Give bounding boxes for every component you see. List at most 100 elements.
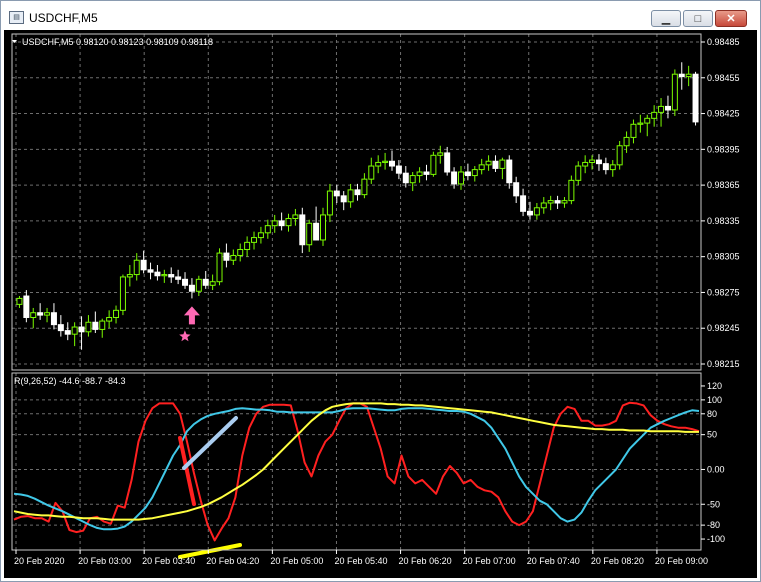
pink-star-icon [179,330,191,342]
indicator-header: R(9,26,52) -44.6 -88.7 -84.3 [14,376,126,386]
candle-body [540,202,547,209]
candle-body [464,171,471,177]
candle-body [340,195,347,203]
minimize-icon: ▁ [661,13,671,25]
candle-body [147,269,154,273]
time-label: 20 Feb 09:00 [655,556,708,566]
time-label: 20 Feb 07:00 [463,556,516,566]
candle-body [202,278,209,286]
candle-body [609,164,616,171]
candle-body [140,259,147,271]
candle-body [299,214,306,246]
candle-body [513,182,520,197]
candle-body [216,252,223,283]
candle-body [437,152,444,156]
candle-body [602,163,609,171]
chart-area[interactable]: 0.98485 0.98455 0.98425 0.98395 0.98365 0.983… [4,30,757,578]
candle-body [271,220,278,227]
candle-body [113,309,120,318]
main-frame [11,33,702,371]
candle-body [326,190,333,216]
candle-body [237,249,244,256]
candle-body [30,312,37,318]
price-label: 0.98365 [707,180,740,190]
candle-body [320,214,327,241]
candle-body [168,274,175,278]
candle-body [678,73,685,78]
indicator-label: 50 [707,430,717,440]
candle-body [264,225,271,234]
candle-body [526,210,533,216]
candle-body [451,171,458,185]
candle-body [506,159,513,184]
candle-body [16,297,23,305]
pink-up-arrow-icon [183,306,200,325]
candle-body [478,164,485,171]
candles [16,62,699,350]
main-header: USDCHF,M5 0.98120 0.98123 0.98109 0.9811… [22,37,213,47]
candle-body [50,312,57,326]
indicator-label: 80 [707,409,717,419]
maximize-button[interactable]: □ [683,10,713,27]
time-label: 20 Feb 2020 [14,556,65,566]
candle-body [471,169,478,177]
price-label: 0.98395 [707,144,740,154]
candle-body [285,218,292,227]
candle-body [347,189,354,203]
time-label: 20 Feb 05:00 [270,556,323,566]
price-label: 0.98335 [707,216,740,226]
time-label: 20 Feb 03:00 [78,556,131,566]
candle-body [630,123,637,138]
candle-body [568,179,575,202]
candle-body [85,321,92,333]
window-title: USDCHF,M5 [29,11,98,25]
candle-body [637,122,644,125]
candle-body [133,259,140,276]
chart-svg[interactable]: 0.98485 0.98455 0.98425 0.98395 0.98365 0.983… [4,30,757,578]
candle-body [533,207,540,216]
price-label: 0.98305 [707,252,740,262]
candle-body [375,161,382,167]
candle-body [595,159,602,165]
main-grid [12,34,701,370]
indicator-line-yellow [13,402,699,521]
candle-body [623,136,630,147]
candle-body [457,171,464,185]
title-bar[interactable]: ▤ USDCHF,M5 ▁ □ ✕ [1,1,760,31]
time-label: 20 Feb 05:40 [334,556,387,566]
candle-body [23,295,30,318]
candle-body [651,111,658,119]
indicator-label: -100 [707,534,725,544]
time-label: 20 Feb 08:20 [591,556,644,566]
maximize-icon: □ [694,12,702,25]
candle-body [492,160,499,169]
candle-body [188,284,195,292]
candle-body [223,252,230,261]
candle-body [658,105,665,113]
candle-body [99,320,106,330]
candle-body [692,73,699,123]
close-button[interactable]: ✕ [715,10,747,27]
candle-body [195,278,202,292]
candle-body [119,276,126,311]
candle-body [388,160,395,167]
time-label: 20 Feb 03:40 [142,556,195,566]
candle-body [92,321,99,330]
candle-body [57,324,64,332]
candle-body [554,200,561,204]
candle-body [333,190,340,197]
candle-body [368,165,375,180]
candle-body [354,189,361,196]
candle-body [64,330,71,335]
candle-body [257,232,264,239]
candle-body [485,160,492,166]
candle-body [416,171,423,177]
candle-body [671,73,678,111]
candle-body [499,159,506,169]
candle-body [313,222,320,241]
candle-body [154,271,161,277]
indicator-label: 0.00 [707,464,725,474]
candle-body [230,254,237,261]
candle-body [175,276,182,280]
minimize-button[interactable]: ▁ [651,10,681,27]
